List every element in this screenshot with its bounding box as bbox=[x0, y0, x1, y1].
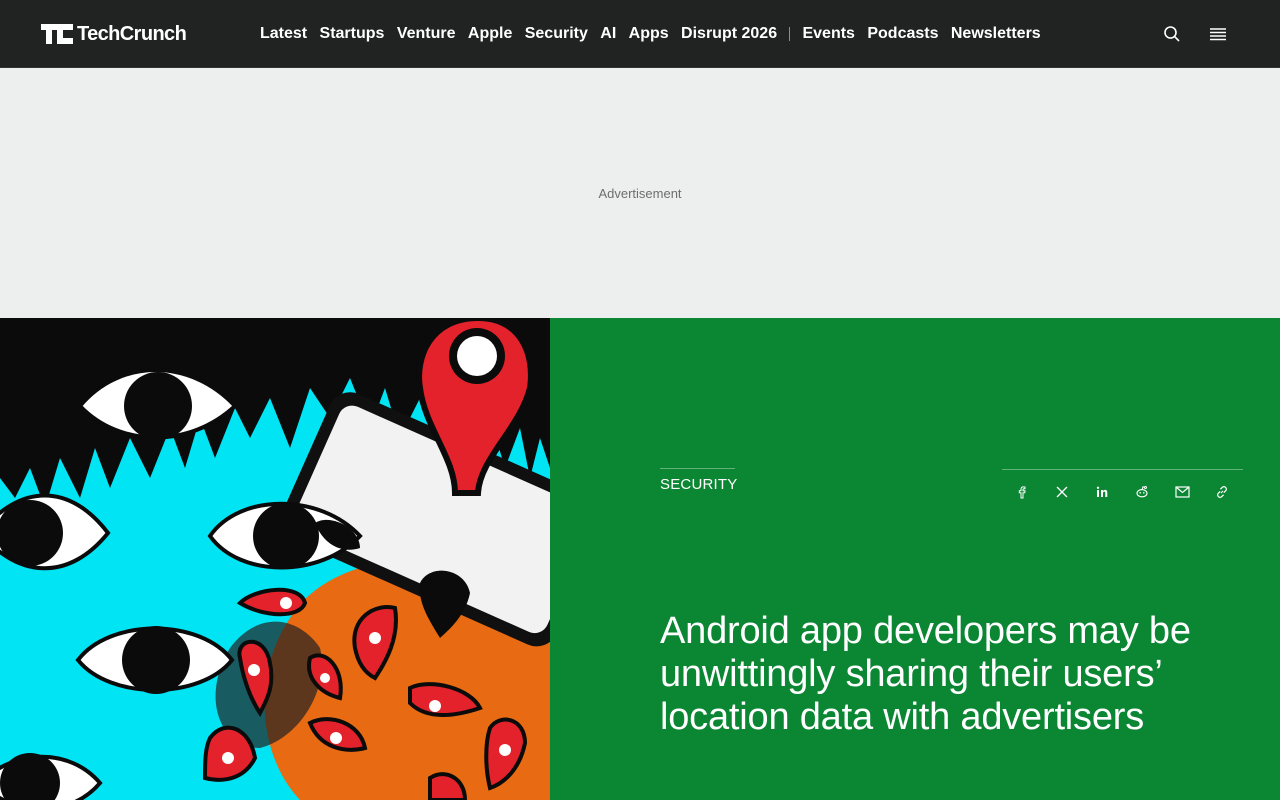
nav-item-ai[interactable]: AI bbox=[600, 22, 616, 46]
nav-item-podcasts[interactable]: Podcasts bbox=[867, 22, 938, 46]
nav-item-apps[interactable]: Apps bbox=[629, 22, 669, 46]
logo-text: TechCrunch bbox=[77, 23, 187, 45]
techcrunch-logo-icon bbox=[41, 24, 73, 44]
share-divider bbox=[1002, 469, 1243, 470]
nav-item-disrupt[interactable]: Disrupt 2026 bbox=[681, 22, 777, 46]
article-category-link[interactable]: SECURITY bbox=[660, 476, 737, 493]
share-bar bbox=[1012, 482, 1252, 502]
nav-item-events[interactable]: Events bbox=[802, 22, 854, 46]
main-nav: Latest Startups Venture Apple Security A… bbox=[260, 22, 1053, 46]
nav-divider bbox=[789, 27, 791, 41]
article-hero-panel: SECURITY Android app developers may be u… bbox=[550, 318, 1280, 800]
nav-item-security[interactable]: Security bbox=[525, 22, 588, 46]
linkedin-icon[interactable] bbox=[1092, 482, 1112, 502]
x-icon[interactable] bbox=[1052, 482, 1072, 502]
article-headline: Android app developers may be unwittingl… bbox=[660, 610, 1191, 738]
nav-item-latest[interactable]: Latest bbox=[260, 22, 307, 46]
facebook-icon[interactable] bbox=[1012, 482, 1032, 502]
techcrunch-logo[interactable]: TechCrunch bbox=[41, 22, 187, 46]
hamburger-menu-icon[interactable] bbox=[1208, 24, 1228, 44]
article-hero-image bbox=[0, 318, 550, 800]
nav-item-startups[interactable]: Startups bbox=[320, 22, 385, 46]
reddit-icon[interactable] bbox=[1132, 482, 1152, 502]
category-divider bbox=[660, 468, 735, 469]
nav-item-venture[interactable]: Venture bbox=[397, 22, 456, 46]
site-header: TechCrunch Latest Startups Venture Apple… bbox=[0, 0, 1280, 68]
nav-item-apple[interactable]: Apple bbox=[468, 22, 512, 46]
nav-item-newsletters[interactable]: Newsletters bbox=[951, 22, 1041, 46]
advertisement-label: Advertisement bbox=[598, 186, 682, 201]
link-icon[interactable] bbox=[1212, 482, 1232, 502]
search-icon[interactable] bbox=[1162, 24, 1182, 44]
email-icon[interactable] bbox=[1172, 482, 1192, 502]
hero-illustration bbox=[0, 318, 550, 800]
advertisement-slot: Advertisement bbox=[0, 68, 1280, 318]
